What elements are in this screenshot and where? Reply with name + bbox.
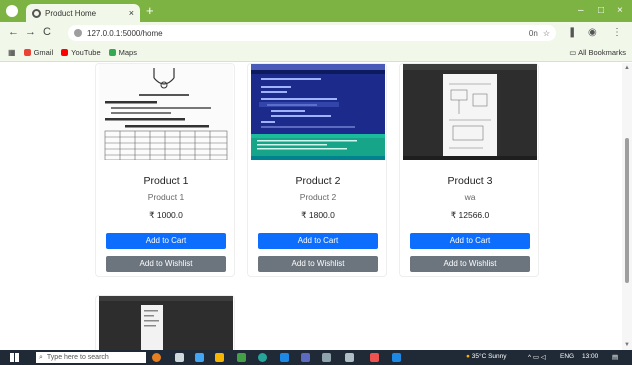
product-name: Product 3 [447,175,493,187]
add-to-cart-button[interactable]: Add to Cart [410,233,530,249]
product-name: Product 1 [143,175,189,187]
product-description: wa [464,192,476,202]
scroll-up-icon[interactable]: ▲ [624,65,630,71]
scroll-down-icon[interactable]: ▼ [624,342,630,348]
bookmark-gmail[interactable]: Gmail [23,48,54,57]
app-icon[interactable] [392,353,401,362]
password-key-icon[interactable]: 0n [529,29,538,38]
taskbar-search-box[interactable]: ⌕ Type here to search [36,352,146,363]
tab-title: Product Home [45,8,97,18]
add-to-cart-button[interactable]: Add to Cart [106,233,226,249]
add-to-wishlist-button[interactable]: Add to Wishlist [410,256,530,272]
gmail-icon [23,49,31,56]
forward-button[interactable]: → [25,26,36,38]
windows-start-icon[interactable] [10,353,19,362]
profile-icon[interactable]: ◉ [588,27,597,38]
search-icon: ⌕ [39,353,43,361]
weather-text: 35°C Sunny [471,353,507,360]
bookmark-maps[interactable]: Maps [108,48,137,57]
add-to-cart-button[interactable]: Add to Cart [258,233,378,249]
bookmark-label: Maps [118,48,137,57]
page-scrollbar[interactable]: ▲ ▼ [622,63,632,350]
bookmark-youtube[interactable]: YouTube [61,48,101,57]
product-card: Product 2 Product 2 ₹ 1800.0 Add to Cart… [247,63,387,277]
clock[interactable]: 13:00 [582,353,598,360]
youtube-icon [61,49,69,56]
close-window-button[interactable]: × [617,5,623,16]
language-indicator[interactable]: ENG [560,353,574,360]
product-description: Product 1 [147,192,185,202]
notifications-icon[interactable]: ▤ [612,353,618,361]
apps-icon[interactable]: ▦ [8,48,16,57]
product-thumbnail [403,64,537,160]
product-card: Product 1 Product 1 ₹ 1000.0 Add to Cart… [95,63,235,277]
bookmark-label: YouTube [71,48,101,57]
bookmark-star-icon[interactable]: ☆ [543,29,550,38]
browser-toolbar: ← → C 127.0.0.1:5000/home 0n ☆ ❚ ◉ ⋮ [0,22,632,44]
maximize-button[interactable]: □ [598,5,604,16]
maps-icon [108,49,116,56]
tab-search-icon[interactable] [6,5,18,17]
product-price: ₹ 12566.0 [450,210,490,220]
weather-widget[interactable]: ● 35°C Sunny [466,353,507,360]
all-bookmarks-button[interactable]: ▭ All Bookmarks [569,48,626,57]
app-icon[interactable] [370,353,379,362]
folder-icon: ▭ [569,48,577,57]
app-icon[interactable] [345,353,354,362]
reload-button[interactable]: C [43,26,51,38]
site-info-icon[interactable] [74,29,82,37]
vscode-icon[interactable] [280,353,289,362]
edge-icon[interactable] [195,353,204,362]
tab-close-icon[interactable]: × [129,8,134,18]
product-description: Product 2 [299,192,337,202]
back-button[interactable]: ← [8,26,19,38]
app-icon[interactable] [322,353,331,362]
windows-taskbar: ⌕ Type here to search ● 35°C Sunny ^ ▭ ◁… [0,350,632,365]
all-bookmarks-label: All Bookmarks [578,48,626,57]
product-price: ₹ 1800.0 [301,210,335,220]
address-bar[interactable]: 127.0.0.1:5000/home 0n ☆ [68,25,556,41]
menu-icon[interactable]: ⋮ [612,27,622,38]
chrome-icon[interactable] [258,353,267,362]
extension-icon[interactable]: ❚ [568,27,576,38]
cortana-icon[interactable] [152,353,161,362]
sun-icon: ● [466,353,470,360]
bookmarks-bar: ▦ Gmail YouTube Maps ▭ All Bookmarks [0,44,632,62]
product-thumbnail [99,296,233,350]
page-viewport: Product 1 Product 1 ₹ 1000.0 Add to Cart… [0,63,622,350]
new-tab-button[interactable]: + [146,4,154,18]
add-to-wishlist-button[interactable]: Add to Wishlist [106,256,226,272]
app-icon[interactable] [301,353,310,362]
favicon-icon [32,8,41,18]
product-name: Product 2 [295,175,341,187]
task-view-icon[interactable] [175,353,184,362]
taskbar-search-placeholder: Type here to search [46,354,109,361]
bookmark-label: Gmail [33,48,54,57]
scrollbar-thumb[interactable] [625,138,629,283]
file-explorer-icon[interactable] [215,353,224,362]
browser-title-bar: Product Home × + – □ × [0,0,632,22]
url-text: 127.0.0.1:5000/home [87,28,163,38]
product-thumbnail [99,64,233,160]
product-card [95,295,235,350]
add-to-wishlist-button[interactable]: Add to Wishlist [258,256,378,272]
product-thumbnail [251,64,385,160]
app-icon[interactable] [237,353,246,362]
tray-icons[interactable]: ^ ▭ ◁ [528,353,546,361]
product-price: ₹ 1000.0 [149,210,183,220]
minimize-button[interactable]: – [578,5,584,16]
tab-product-home[interactable]: Product Home × [26,4,140,22]
product-card: Product 3 wa ₹ 12566.0 Add to Cart Add t… [399,63,539,277]
